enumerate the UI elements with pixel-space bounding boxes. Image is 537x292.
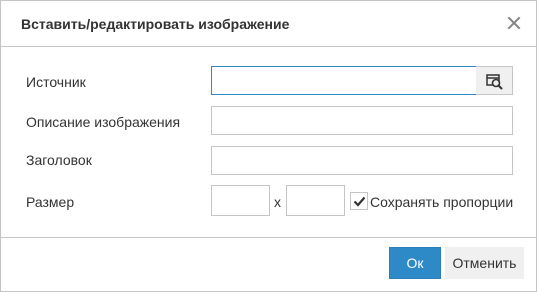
description-input[interactable] xyxy=(211,106,513,135)
title-input[interactable] xyxy=(211,146,513,175)
title-label: Заголовок xyxy=(26,152,92,168)
checkmark-icon xyxy=(353,196,366,207)
dialog-title: Вставить/редактировать изображение xyxy=(21,16,290,32)
constrain-proportions-label: Сохранять пропорции xyxy=(370,194,514,210)
browse-image-icon xyxy=(486,74,503,90)
ok-button[interactable]: Ок xyxy=(389,247,441,279)
size-label: Размер xyxy=(26,194,75,210)
browse-button[interactable] xyxy=(476,66,513,95)
dialog-titlebar: Вставить/редактировать изображение xyxy=(1,1,536,47)
source-label: Источник xyxy=(26,74,86,90)
cancel-button[interactable]: Отменить xyxy=(445,247,524,279)
description-label: Описание изображения xyxy=(26,114,181,130)
width-input[interactable] xyxy=(211,185,270,216)
checkbox-box[interactable] xyxy=(350,192,368,210)
source-input[interactable] xyxy=(211,66,477,95)
close-icon[interactable] xyxy=(506,15,522,31)
height-input[interactable] xyxy=(286,185,345,216)
image-dialog: Вставить/редактировать изображение Источ… xyxy=(0,0,537,292)
size-separator: x xyxy=(274,194,281,210)
